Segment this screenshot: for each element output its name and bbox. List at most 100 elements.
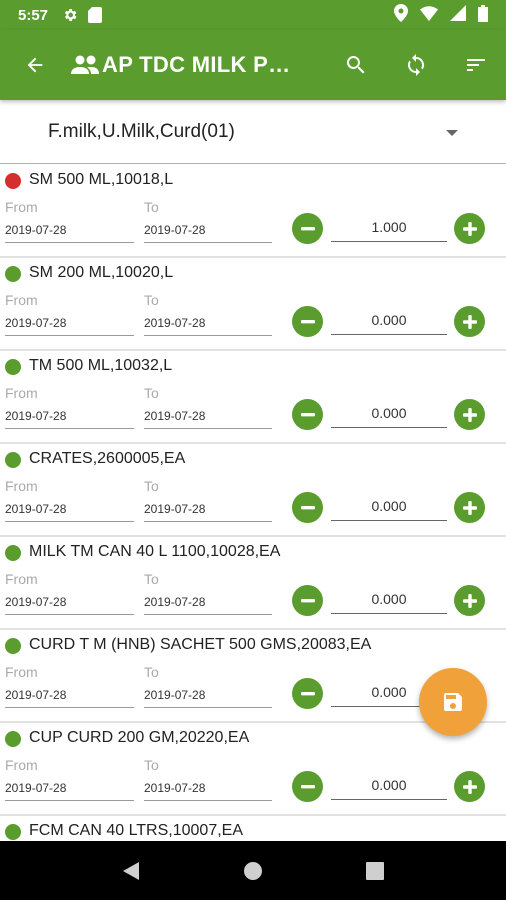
spinner-selected: F.milk,U.Milk,Curd(01) <box>48 120 235 142</box>
minus-icon <box>300 412 315 416</box>
from-date-field[interactable]: 2019-07-28 <box>5 409 134 429</box>
decrement-button[interactable] <box>292 585 323 616</box>
category-spinner[interactable]: F.milk,U.Milk,Curd(01) <box>0 100 506 164</box>
to-date-field[interactable]: 2019-07-28 <box>144 223 272 243</box>
nav-back-icon <box>123 861 139 880</box>
status-time: 5:57 <box>18 6 49 24</box>
nav-back-button[interactable] <box>101 841 161 900</box>
from-label: From <box>5 571 38 587</box>
status-dot <box>5 266 21 282</box>
quantity-field[interactable]: 1.000 <box>331 219 447 242</box>
search-button[interactable] <box>326 30 386 100</box>
system-nav-bar <box>0 841 506 900</box>
signal-icon <box>450 5 466 25</box>
list-item: MILK TM CAN 40 L 1100,10028,EA From To 2… <box>0 537 506 630</box>
to-label: To <box>144 664 159 680</box>
minus-icon <box>300 598 315 602</box>
to-date-field[interactable]: 2019-07-28 <box>144 688 272 708</box>
app-title: AP TDC MILK PRODUCTS <box>70 52 295 78</box>
from-date-field[interactable]: 2019-07-28 <box>5 688 134 708</box>
status-dot <box>5 824 21 840</box>
from-date-field[interactable]: 2019-07-28 <box>5 316 134 336</box>
minus-icon <box>300 226 315 230</box>
increment-button[interactable] <box>454 492 485 523</box>
increment-button[interactable] <box>454 213 485 244</box>
decrement-button[interactable] <box>292 399 323 430</box>
item-name: MILK TM CAN 40 L 1100,10028,EA <box>29 543 281 560</box>
nav-recents-button[interactable] <box>345 841 405 900</box>
status-dot <box>5 173 21 189</box>
back-arrow-icon <box>27 57 43 73</box>
to-date-field[interactable]: 2019-07-28 <box>144 781 272 801</box>
quantity-field[interactable]: 0.000 <box>331 498 447 521</box>
status-dot <box>5 731 21 747</box>
product-list[interactable]: SM 500 ML,10018,L From To 2019-07-28 201… <box>0 165 506 841</box>
wifi-icon <box>420 5 438 25</box>
from-date-field[interactable]: 2019-07-28 <box>5 223 134 243</box>
decrement-button[interactable] <box>292 492 323 523</box>
from-date-field[interactable]: 2019-07-28 <box>5 781 134 801</box>
item-name: CRATES,2600005,EA <box>29 450 186 467</box>
sync-button[interactable] <box>386 30 446 100</box>
from-label: From <box>5 199 38 215</box>
app-bar: AP TDC MILK PRODUCTS <box>0 30 506 100</box>
to-label: To <box>144 571 159 587</box>
to-label: To <box>144 199 159 215</box>
sort-button[interactable] <box>446 30 506 100</box>
from-label: From <box>5 385 38 401</box>
increment-button[interactable] <box>454 585 485 616</box>
from-date-field[interactable]: 2019-07-28 <box>5 502 134 522</box>
status-bar: 5:57 <box>0 0 506 30</box>
list-item: CUP CURD 200 GM,20220,EA From To 2019-07… <box>0 723 506 816</box>
minus-icon <box>300 505 315 509</box>
from-date-field[interactable]: 2019-07-28 <box>5 595 134 615</box>
minus-icon <box>300 319 315 323</box>
quantity-field[interactable]: 0.000 <box>331 405 447 428</box>
decrement-button[interactable] <box>292 213 323 244</box>
nav-home-button[interactable] <box>223 841 283 900</box>
increment-button[interactable] <box>454 306 485 337</box>
gear-icon <box>62 7 78 23</box>
plus-icon <box>462 779 477 794</box>
dropdown-arrow-icon <box>446 130 458 136</box>
list-item: SM 200 ML,10020,L From To 2019-07-28 201… <box>0 258 506 351</box>
quantity-field[interactable]: 0.000 <box>331 312 447 335</box>
increment-button[interactable] <box>454 771 485 802</box>
from-label: From <box>5 664 38 680</box>
nav-home-icon <box>244 861 262 880</box>
plus-icon <box>462 221 477 236</box>
increment-button[interactable] <box>454 399 485 430</box>
to-date-field[interactable]: 2019-07-28 <box>144 595 272 615</box>
to-date-field[interactable]: 2019-07-28 <box>144 316 272 336</box>
save-button[interactable] <box>419 668 487 736</box>
quantity-field[interactable]: 0.000 <box>331 591 447 614</box>
sync-icon <box>407 54 425 76</box>
status-dot <box>5 359 21 375</box>
save-icon <box>444 693 462 711</box>
decrement-button[interactable] <box>292 678 323 709</box>
plus-icon <box>462 593 477 608</box>
to-date-field[interactable]: 2019-07-28 <box>144 409 272 429</box>
decrement-button[interactable] <box>292 771 323 802</box>
list-item: FCM CAN 40 LTRS,10007,EA <box>0 816 506 841</box>
status-dot <box>5 452 21 468</box>
sort-icon <box>467 59 485 71</box>
item-name: CURD T M (HNB) SACHET 500 GMS,20083,EA <box>29 636 372 653</box>
list-item: TM 500 ML,10032,L From To 2019-07-28 201… <box>0 351 506 444</box>
item-name: SM 500 ML,10018,L <box>29 171 174 188</box>
battery-icon <box>478 4 488 26</box>
item-name: SM 200 ML,10020,L <box>29 264 174 281</box>
list-item: CRATES,2600005,EA From To 2019-07-28 201… <box>0 444 506 537</box>
to-label: To <box>144 757 159 773</box>
status-dot <box>5 545 21 561</box>
decrement-button[interactable] <box>292 306 323 337</box>
from-label: From <box>5 292 38 308</box>
quantity-field[interactable]: 0.000 <box>331 777 447 800</box>
sd-card-icon <box>88 7 103 23</box>
plus-icon <box>462 314 477 329</box>
status-dot <box>5 638 21 654</box>
back-button[interactable] <box>0 30 70 100</box>
to-label: To <box>144 385 159 401</box>
to-date-field[interactable]: 2019-07-28 <box>144 502 272 522</box>
minus-icon <box>300 784 315 788</box>
